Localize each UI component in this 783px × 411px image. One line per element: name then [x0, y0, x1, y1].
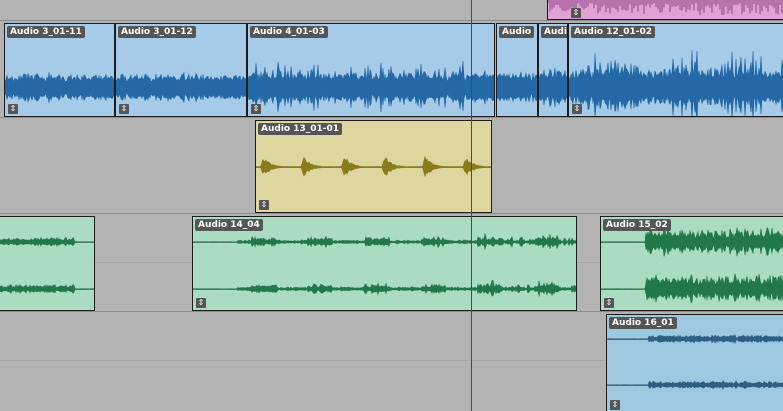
- clip-handle-icon[interactable]: ⇕: [196, 298, 206, 308]
- clip-audio-15-02[interactable]: Audio 15_02 ⇕: [600, 216, 783, 311]
- clip-audio-3-01-12[interactable]: Audio 3_01-12 ⇕: [115, 23, 247, 117]
- clip-name-label: Audio 16_01: [609, 317, 677, 329]
- clip-name-label: Audio 15_02: [603, 219, 671, 231]
- clip-audio-13-01-01[interactable]: Audio 13_01-01 ⇕: [255, 120, 492, 213]
- clip-name-label: Audio 13_01-01: [258, 123, 342, 135]
- clip-handle-icon[interactable]: ⇕: [604, 298, 614, 308]
- clip-handle-icon[interactable]: ⇕: [119, 104, 129, 114]
- clip-handle-icon[interactable]: ⇕: [8, 104, 18, 114]
- clip-handle-icon[interactable]: ⇕: [572, 104, 582, 114]
- clip-audio-14-04[interactable]: Audio 14_04 ⇕: [192, 216, 577, 311]
- waveform: [548, 0, 783, 19]
- clip-audio-16-01[interactable]: Audio 16_01 ⇕: [606, 314, 783, 411]
- clip-name-label: Audio: [541, 26, 568, 38]
- waveform: [0, 217, 94, 310]
- clip-audio-3-01-11[interactable]: Audio 3_01-11 ⇕: [4, 23, 115, 117]
- clip-audio-green-left[interactable]: [0, 216, 95, 311]
- playhead-cursor[interactable]: [471, 0, 472, 411]
- clip-name-label: Audio 3_01-12: [118, 26, 196, 38]
- clip-name-label: Audio: [499, 26, 534, 38]
- clip-handle-icon[interactable]: ⇕: [610, 400, 620, 410]
- clip-handle-icon[interactable]: ⇕: [259, 200, 269, 210]
- waveform: [607, 315, 783, 411]
- clip-audio-short-1[interactable]: Audio: [496, 23, 538, 117]
- clip-name-label: Audio 12_01-02: [571, 26, 655, 38]
- edit-window: ⇕ Audio 3_01-11 ⇕ Audio 3_01-12 ⇕ Audio …: [0, 0, 783, 411]
- clip-handle-icon[interactable]: ⇕: [251, 104, 261, 114]
- clip-handle-icon[interactable]: ⇕: [571, 8, 581, 18]
- clip-top-pink[interactable]: ⇕: [547, 0, 783, 20]
- clip-name-label: Audio 14_04: [195, 219, 263, 231]
- clip-audio-short-2[interactable]: Audio: [538, 23, 568, 117]
- clip-name-label: Audio 3_01-11: [7, 26, 85, 38]
- clip-audio-4-01-03[interactable]: Audio 4_01-03 ⇕: [247, 23, 495, 117]
- clip-name-label: Audio 4_01-03: [250, 26, 328, 38]
- clip-audio-12-01-02[interactable]: Audio 12_01-02 ⇕: [568, 23, 783, 117]
